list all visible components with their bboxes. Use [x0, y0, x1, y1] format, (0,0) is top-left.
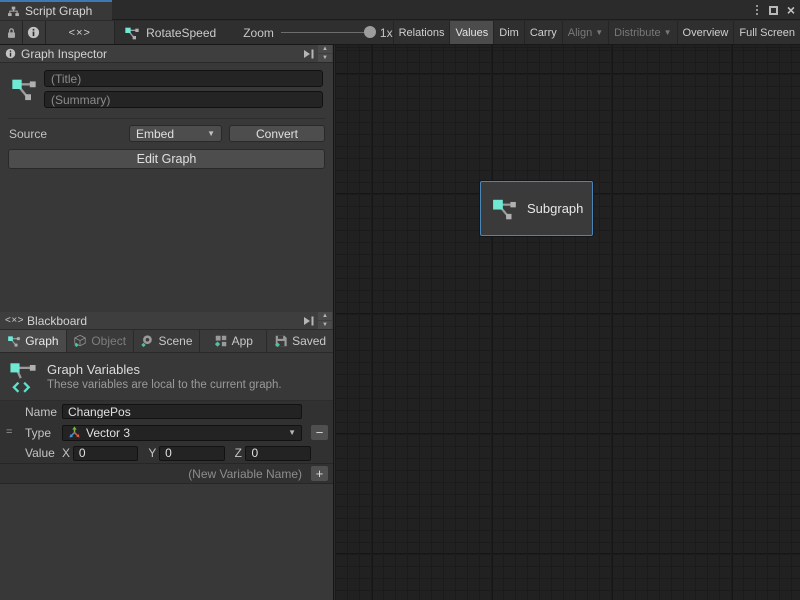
maximize-icon[interactable]: [769, 6, 778, 15]
edit-graph-button[interactable]: Edit Graph: [8, 149, 325, 169]
graph-inspector-body: Source Embed ▼ Convert Edit Graph: [0, 63, 333, 312]
dock-panel-icon[interactable]: [303, 49, 315, 59]
variable-name-field[interactable]: [62, 404, 302, 419]
title-field[interactable]: [44, 70, 323, 87]
graph-variables-icon: [8, 361, 38, 393]
type-dropdown[interactable]: Vector 3 ▼: [62, 425, 302, 441]
zoom-control: Zoom 1x: [243, 21, 392, 44]
panel-scroll-arrows: ▲ ▼: [318, 45, 332, 62]
tab-label: Script Graph: [25, 4, 92, 18]
drag-handle[interactable]: =: [6, 426, 12, 438]
chevron-down-icon: ▼: [664, 29, 672, 37]
vector3-icon: [68, 426, 81, 439]
tab-saved[interactable]: Saved: [267, 330, 333, 352]
y-label: Y: [148, 446, 159, 460]
section-title: Graph Variables: [47, 362, 282, 377]
tab-scene[interactable]: Scene: [134, 330, 201, 352]
section-description: These variables are local to the current…: [47, 379, 282, 391]
z-label: Z: [235, 446, 246, 460]
scene-icon: [140, 334, 154, 348]
variables-toggle-button[interactable]: <×>: [46, 21, 116, 44]
full-screen-button[interactable]: Full Screen: [733, 21, 800, 44]
blackboard-icon: <×>: [5, 315, 24, 326]
zoom-slider[interactable]: [281, 32, 373, 33]
scroll-up-button[interactable]: ▲: [318, 312, 332, 320]
scroll-down-button[interactable]: ▼: [318, 321, 332, 329]
zoom-slider-knob[interactable]: [364, 26, 376, 38]
script-graph-icon: [124, 25, 140, 41]
panel-scroll-arrows: ▲ ▼: [318, 312, 332, 329]
script-graph-icon: [492, 196, 518, 222]
breadcrumb[interactable]: RotateSpeed: [124, 21, 216, 44]
graph-canvas[interactable]: Subgraph: [335, 45, 800, 600]
variable-name-row: Name: [0, 401, 333, 422]
tab-graph[interactable]: Graph: [0, 330, 67, 352]
lock-button[interactable]: [0, 21, 23, 44]
y-field[interactable]: [159, 446, 225, 461]
title-bar: Script Graph ×: [0, 0, 800, 20]
dock-panel-icon[interactable]: [303, 316, 315, 326]
info-button[interactable]: [23, 21, 45, 44]
z-field[interactable]: [245, 446, 311, 461]
toolbar-right-group: Relations Values Dim Carry Align▼ Distri…: [393, 21, 800, 44]
chevron-down-icon: ▼: [288, 429, 296, 437]
overview-button[interactable]: Overview: [677, 21, 734, 44]
panel-title: Blackboard: [27, 314, 87, 328]
zoom-label: Zoom: [243, 26, 274, 40]
sidebar: Graph Inspector ▲ ▼: [0, 45, 334, 600]
new-variable-field[interactable]: (New Variable Name): [0, 467, 311, 481]
graph-variables-icon: [7, 334, 21, 348]
relations-button[interactable]: Relations: [393, 21, 450, 44]
zoom-value: 1x: [380, 26, 393, 40]
app-grid-icon: [214, 334, 228, 348]
close-icon[interactable]: ×: [787, 3, 795, 17]
summary-field[interactable]: [44, 91, 323, 108]
name-label: Name: [0, 405, 62, 419]
x-label: X: [62, 446, 73, 460]
breadcrumb-label: RotateSpeed: [146, 26, 216, 40]
source-dropdown[interactable]: Embed ▼: [129, 125, 222, 142]
tab-app[interactable]: App: [200, 330, 267, 352]
window-menu-icon[interactable]: [754, 3, 760, 17]
sidebar-empty-area: [0, 484, 333, 600]
toolbar: <×> RotateSpeed Zoom 1x Relations Values…: [0, 21, 800, 45]
graph-inspector-header: Graph Inspector ▲ ▼: [0, 45, 333, 63]
distribute-button[interactable]: Distribute▼: [608, 21, 676, 44]
new-variable-row: (New Variable Name) +: [0, 464, 333, 484]
script-graph-icon: [8, 70, 40, 108]
add-variable-button[interactable]: +: [311, 466, 328, 481]
info-icon: [5, 48, 16, 59]
variable-row-changepos: Name = Type Vector 3 ▼ − Value X: [0, 401, 333, 464]
x-field[interactable]: [73, 446, 139, 461]
scroll-up-button[interactable]: ▲: [318, 45, 332, 53]
divider: [8, 118, 325, 119]
dim-button[interactable]: Dim: [493, 21, 524, 44]
save-disk-icon: [274, 334, 288, 348]
values-button[interactable]: Values: [449, 21, 493, 44]
carry-button[interactable]: Carry: [524, 21, 562, 44]
value-label: Value: [0, 446, 62, 460]
lock-icon: [6, 27, 17, 39]
info-icon: [27, 26, 40, 39]
align-button[interactable]: Align▼: [562, 21, 608, 44]
scroll-down-button[interactable]: ▼: [318, 54, 332, 62]
node-label: Subgraph: [527, 201, 583, 216]
convert-button[interactable]: Convert: [229, 125, 325, 142]
tab-object[interactable]: Object: [67, 330, 134, 352]
cube-icon: [73, 334, 87, 348]
source-label: Source: [8, 127, 129, 141]
chevron-down-icon: ▼: [595, 29, 603, 37]
blackboard-tabs: Graph Object Scene App: [0, 330, 333, 353]
variable-type-row: = Type Vector 3 ▼ −: [0, 422, 333, 443]
subgraph-node[interactable]: Subgraph: [480, 181, 593, 236]
remove-variable-button[interactable]: −: [311, 425, 328, 440]
variable-value-row: Value X Y Z: [0, 443, 333, 463]
script-graph-window: Script Graph × <×> RotateSpeed Zo: [0, 0, 800, 600]
blackboard-header: <×> Blackboard ▲ ▼: [0, 312, 333, 330]
tab-script-graph[interactable]: Script Graph: [0, 0, 112, 20]
graph-hierarchy-icon: [7, 5, 20, 18]
chevron-down-icon: ▼: [207, 130, 215, 138]
panel-title: Graph Inspector: [21, 47, 107, 61]
graph-variables-section: Graph Variables These variables are loca…: [0, 353, 333, 401]
